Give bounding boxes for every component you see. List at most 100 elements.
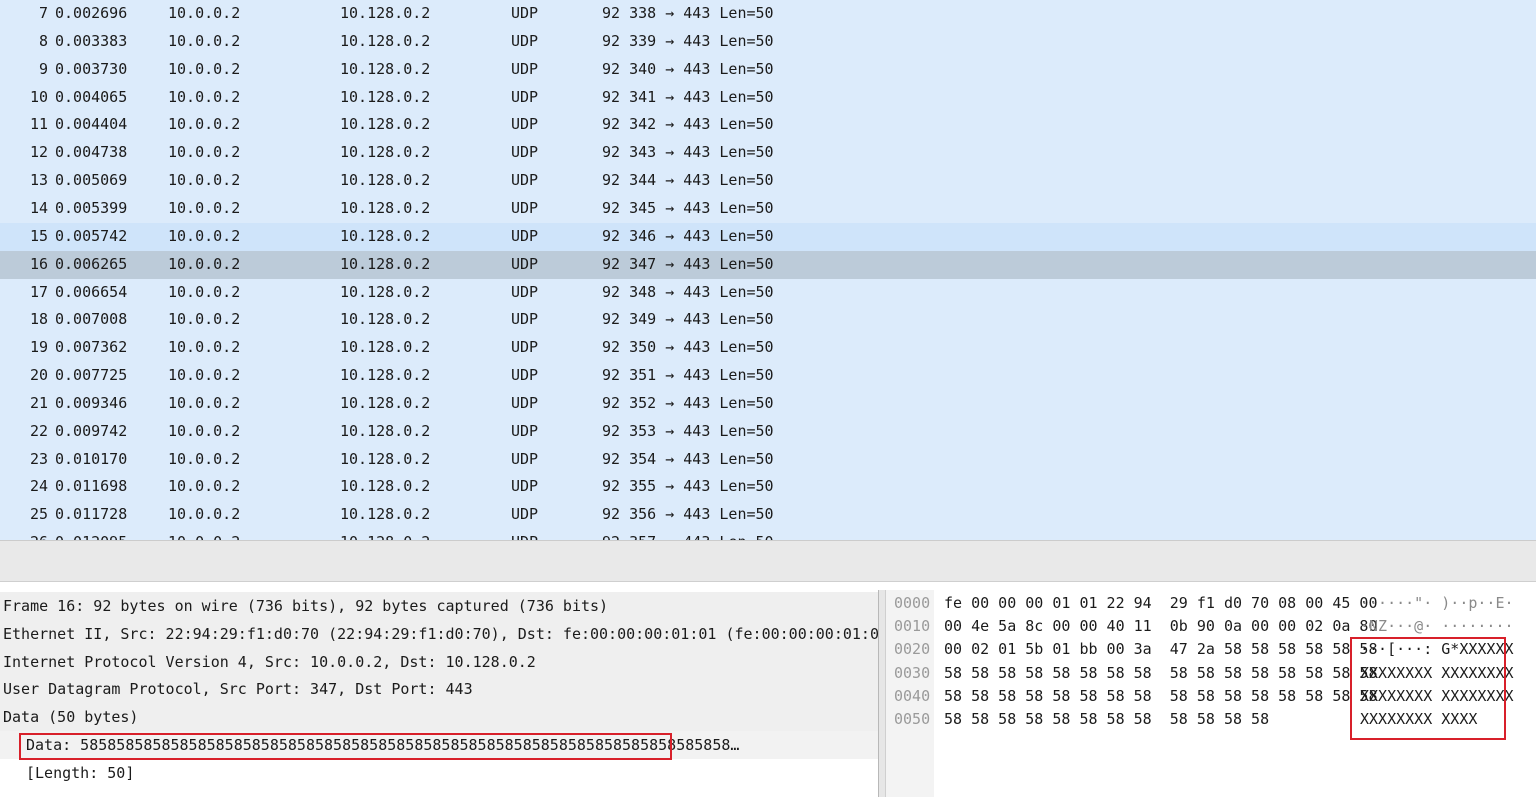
packet-details-pane[interactable]: Frame 16: 92 bytes on wire (736 bits), 9… <box>0 590 878 797</box>
packet-protocol: UDP <box>511 198 539 217</box>
detail-tree-item[interactable]: Internet Protocol Version 4, Src: 10.0.0… <box>0 647 878 676</box>
hex-dump-row[interactable]: 0050 58 58 58 58 58 58 58 58 58 58 58 58 X… <box>886 708 1536 731</box>
packet-source: 10.0.0.2 <box>168 31 241 50</box>
packet-row[interactable]: 16 0.006265 10.0.0.2 10.128.0.2 UDP 92 347 → … <box>0 250 1536 279</box>
packet-destination: 10.128.0.2 <box>340 254 431 273</box>
packet-time: 0.007362 <box>55 338 128 357</box>
packet-row[interactable]: 7 0.002696 10.0.0.2 10.128.0.2 UDP 92 338 → 4… <box>0 0 1536 28</box>
packet-source: 10.0.0.2 <box>168 449 241 468</box>
hex-bytes[interactable]: 58 58 58 58 58 58 58 58 58 58 58 58 58 5… <box>944 685 1377 708</box>
packet-source: 10.0.0.2 <box>168 254 241 273</box>
ascii-bytes[interactable]: XXXXXXXX XXXXXXXX <box>1360 685 1514 708</box>
hex-dump-row[interactable]: 0020 00 02 01 5b 01 bb 00 3a 47 2a 58 58 … <box>886 638 1536 661</box>
packet-source: 10.0.0.2 <box>168 87 241 106</box>
packet-row[interactable]: 18 0.007008 10.0.0.2 10.128.0.2 UDP 92 349 → … <box>0 306 1536 335</box>
hex-bytes[interactable]: 58 58 58 58 58 58 58 58 58 58 58 58 <box>944 708 1269 731</box>
detail-tree-item[interactable]: Data (50 bytes) <box>0 703 878 732</box>
ascii-bytes[interactable]: ·NZ···@· ········ <box>1360 615 1514 638</box>
packet-info: 92 350 → 443 Len=50 <box>602 338 774 357</box>
packet-row[interactable]: 11 0.004404 10.0.0.2 10.128.0.2 UDP 92 342 → … <box>0 111 1536 140</box>
packet-row[interactable]: 10 0.004065 10.0.0.2 10.128.0.2 UDP 92 341 → … <box>0 83 1536 112</box>
packet-time: 0.009346 <box>55 393 128 412</box>
packet-destination: 10.128.0.2 <box>340 31 431 50</box>
packet-number: 12 <box>29 143 48 162</box>
packet-protocol: UDP <box>511 171 539 190</box>
packet-list[interactable]: 7 0.002696 10.0.0.2 10.128.0.2 UDP 92 338 → 4… <box>0 0 1536 540</box>
hex-bytes[interactable]: 00 4e 5a 8c 00 00 40 11 0b 90 0a 00 00 0… <box>944 615 1377 638</box>
packet-row[interactable]: 23 0.010170 10.0.0.2 10.128.0.2 UDP 92 354 → … <box>0 445 1536 474</box>
packet-row[interactable]: 14 0.005399 10.0.0.2 10.128.0.2 UDP 92 345 → … <box>0 194 1536 223</box>
packet-protocol: UDP <box>511 59 539 78</box>
detail-tree-item[interactable]: Data: 5858585858585858585858585858585858… <box>0 731 878 759</box>
packet-row[interactable]: 17 0.006654 10.0.0.2 10.128.0.2 UDP 92 348 → … <box>0 278 1536 307</box>
packet-number: 23 <box>29 449 48 468</box>
packet-destination: 10.128.0.2 <box>340 59 431 78</box>
ascii-bytes[interactable]: XXXXXXXX XXXXXXXX <box>1360 662 1514 685</box>
packet-protocol: UDP <box>511 143 539 162</box>
packet-time: 0.005069 <box>55 171 128 190</box>
hex-dump-row[interactable]: 0000 fe 00 00 00 01 01 22 94 29 f1 d0 70 … <box>886 592 1536 615</box>
ascii-bytes[interactable]: XXXXXXXX XXXX <box>1360 708 1477 731</box>
packet-row[interactable]: 22 0.009742 10.0.0.2 10.128.0.2 UDP 92 353 → … <box>0 417 1536 446</box>
packet-time: 0.012095 <box>55 529 127 540</box>
hex-bytes[interactable]: fe 00 00 00 01 01 22 94 29 f1 d0 70 08 0… <box>944 592 1377 615</box>
packet-destination: 10.128.0.2 <box>340 505 431 524</box>
hex-bytes[interactable]: 58 58 58 58 58 58 58 58 58 58 58 58 58 5… <box>944 662 1377 685</box>
packet-destination: 10.128.0.2 <box>340 310 431 329</box>
packet-bytes-pane[interactable]: 0000 fe 00 00 00 01 01 22 94 29 f1 d0 70 … <box>886 590 1536 797</box>
pane-splitter[interactable] <box>0 540 1536 582</box>
packet-protocol: UDP <box>511 477 539 496</box>
packet-number: 19 <box>29 338 48 357</box>
packet-number: 11 <box>29 115 48 134</box>
packet-time: 0.004738 <box>55 143 128 162</box>
packet-row[interactable]: 26 0.012095 10.0.0.2 10.128.0.2 UDP 92 357 → … <box>0 529 1536 540</box>
detail-tree-item[interactable]: [Length: 50] <box>0 758 878 787</box>
detail-tree-item[interactable]: Frame 16: 92 bytes on wire (736 bits), 9… <box>0 592 878 620</box>
packet-row[interactable]: 8 0.003383 10.0.0.2 10.128.0.2 UDP 92 339 → 4… <box>0 27 1536 56</box>
ascii-bytes[interactable]: ······"· )··p··E· <box>1360 592 1514 615</box>
packet-protocol: UDP <box>511 310 539 329</box>
byte-offset: 0000 <box>894 594 931 612</box>
packet-row[interactable]: 20 0.007725 10.0.0.2 10.128.0.2 UDP 92 351 → … <box>0 362 1536 391</box>
packet-source: 10.0.0.2 <box>168 115 241 134</box>
packet-row[interactable]: 25 0.011728 10.0.0.2 10.128.0.2 UDP 92 356 → … <box>0 501 1536 530</box>
packet-info: 92 354 → 443 Len=50 <box>602 449 774 468</box>
packet-row[interactable]: 12 0.004738 10.0.0.2 10.128.0.2 UDP 92 343 → … <box>0 139 1536 168</box>
packet-row[interactable]: 9 0.003730 10.0.0.2 10.128.0.2 UDP 92 340 → 4… <box>0 55 1536 84</box>
packet-source: 10.0.0.2 <box>168 198 241 217</box>
packet-time: 0.007008 <box>55 310 128 329</box>
packet-number: 8 <box>38 31 48 50</box>
packet-number: 7 <box>38 4 48 22</box>
packet-number: 24 <box>29 477 48 496</box>
packet-protocol: UDP <box>511 529 538 540</box>
packet-info: 92 356 → 443 Len=50 <box>602 505 774 524</box>
packet-info: 92 353 → 443 Len=50 <box>602 421 774 440</box>
packet-info: 92 349 → 443 Len=50 <box>602 310 774 329</box>
packet-time: 0.007725 <box>55 366 128 385</box>
packet-info: 92 338 → 443 Len=50 <box>602 4 774 22</box>
hex-dump-row[interactable]: 0010 00 4e 5a 8c 00 00 40 11 0b 90 0a 00 … <box>886 615 1536 638</box>
packet-time: 0.010170 <box>55 449 128 468</box>
packet-row[interactable]: 13 0.005069 10.0.0.2 10.128.0.2 UDP 92 344 → … <box>0 167 1536 196</box>
packet-info: 92 347 → 443 Len=50 <box>602 254 774 273</box>
detail-tree-item[interactable]: Ethernet II, Src: 22:94:29:f1:d0:70 (22:… <box>0 619 878 648</box>
packet-row[interactable]: 15 0.005742 10.0.0.2 10.128.0.2 UDP 92 346 → … <box>0 222 1536 251</box>
hex-bytes[interactable]: 00 02 01 5b 01 bb 00 3a 47 2a 58 58 58 5… <box>944 638 1377 661</box>
packet-source: 10.0.0.2 <box>168 4 241 22</box>
ascii-bytes[interactable]: ···[···: G*XXXXXX <box>1360 638 1514 661</box>
packet-row[interactable]: 19 0.007362 10.0.0.2 10.128.0.2 UDP 92 350 → … <box>0 334 1536 363</box>
detail-tree-item[interactable]: User Datagram Protocol, Src Port: 347, D… <box>0 675 878 704</box>
packet-number: 20 <box>29 366 48 385</box>
hex-dump-row[interactable]: 0030 58 58 58 58 58 58 58 58 58 58 58 58 … <box>886 662 1536 685</box>
packet-info: 92 351 → 443 Len=50 <box>602 366 774 385</box>
hex-dump-row[interactable]: 0040 58 58 58 58 58 58 58 58 58 58 58 58 … <box>886 685 1536 708</box>
vertical-pane-divider[interactable] <box>878 590 886 797</box>
packet-info: 92 340 → 443 Len=50 <box>602 59 774 78</box>
packet-source: 10.0.0.2 <box>168 226 241 245</box>
packet-row[interactable]: 21 0.009346 10.0.0.2 10.128.0.2 UDP 92 352 → … <box>0 389 1536 418</box>
packet-time: 0.003730 <box>55 59 128 78</box>
packet-row[interactable]: 24 0.011698 10.0.0.2 10.128.0.2 UDP 92 355 → … <box>0 473 1536 502</box>
packet-destination: 10.128.0.2 <box>340 366 431 385</box>
packet-source: 10.0.0.2 <box>168 393 241 412</box>
packet-time: 0.005399 <box>55 198 128 217</box>
